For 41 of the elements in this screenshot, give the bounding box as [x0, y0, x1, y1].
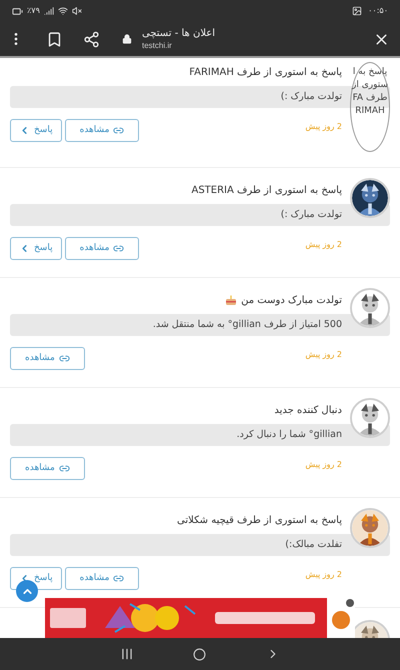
alt-text: پاسخ به استوری از طرف FARIMAH	[352, 66, 388, 118]
message-box: gillian° شما را دنبال کرد.	[10, 424, 390, 446]
view-button[interactable]: مشاهده	[10, 347, 85, 370]
timestamp: 2 روز پیش	[305, 239, 342, 251]
message-box: تولدت مبارک :)	[10, 204, 390, 226]
link-icon	[58, 353, 70, 364]
battery-icon	[12, 6, 23, 16]
notification-title: تولدت مبارک دوست من	[241, 294, 342, 308]
signal-icon	[44, 6, 54, 16]
timestamp: 2 روز پیش	[305, 569, 342, 581]
reply-button[interactable]: پاسخ	[10, 237, 62, 260]
mute-icon	[72, 6, 82, 16]
view-button[interactable]: مشاهده	[64, 119, 140, 142]
timestamp: 2 روز پیش	[305, 349, 342, 361]
view-button[interactable]: مشاهده	[64, 237, 140, 260]
view-button[interactable]: مشاهده	[10, 457, 85, 480]
timestamp: 2 روز پیش	[305, 459, 342, 471]
page-url: testchi.ir	[142, 40, 173, 51]
clock: ۰۰:۵۰	[368, 5, 388, 17]
timestamp: 2 روز پیش	[305, 121, 342, 133]
link-icon	[58, 463, 70, 474]
page-title: اعلان ها - تستچی	[142, 27, 216, 40]
image-icon	[352, 6, 362, 16]
notification-title: پاسخ به استوری از طرف FARIMAH	[189, 66, 342, 80]
message-box: تفلدت مبالک:)	[10, 534, 390, 556]
share-icon[interactable]	[83, 30, 100, 48]
battery-level: ٪۷۹	[27, 5, 40, 17]
notification-title: دنبال کننده جدید	[274, 404, 342, 418]
view-button[interactable]: مشاهده	[64, 567, 140, 590]
bookmark-icon[interactable]	[46, 30, 63, 48]
recent-apps-icon[interactable]	[120, 647, 134, 661]
link-icon	[113, 573, 124, 584]
reply-button[interactable]: پاسخ	[10, 119, 62, 142]
message-box: 500 امتیاز از طرف gillian° به شما منتقل شد.	[10, 314, 390, 336]
home-icon[interactable]	[193, 648, 206, 660]
wifi-icon	[58, 6, 68, 16]
notification-title: پاسخ به استوری از طرف قیچیه شکلاتی	[177, 514, 342, 528]
notification-title: پاسخ به استوری از طرف ASTERIA	[191, 184, 342, 198]
link-icon	[113, 125, 124, 136]
lock-icon	[122, 34, 132, 44]
link-icon	[113, 243, 124, 254]
